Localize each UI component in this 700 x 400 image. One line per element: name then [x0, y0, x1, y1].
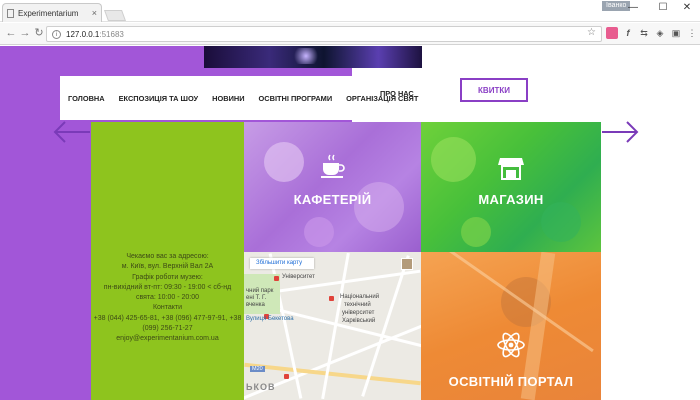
tab-close-icon[interactable]: × [92, 8, 97, 18]
shop-label: МАГАЗИН [478, 192, 544, 207]
decor-blob [264, 142, 304, 182]
url-port: :51683 [99, 29, 124, 39]
map-zoom-link[interactable]: Збільшити карту [250, 258, 314, 269]
decor-blob [431, 137, 476, 182]
map-city-label: ЬКОВ [246, 382, 276, 392]
nav-home[interactable]: ГОЛОВНА [68, 94, 105, 103]
decor-blob [354, 182, 404, 232]
map-label: ені Т. Г. [246, 295, 267, 301]
atom-icon [497, 332, 525, 358]
close-window-button[interactable]: ✕ [676, 1, 698, 15]
map-label: вченка [246, 302, 265, 308]
info-line: Графік роботи музею: [132, 273, 203, 281]
info-line: Чекаємо вас за адресою: [126, 253, 209, 260]
info-line: свята: 10:00 - 20:00 [135, 294, 200, 302]
map-pin-icon [284, 374, 289, 379]
decor-blob [461, 217, 491, 247]
map-label: Харківський [342, 318, 376, 324]
cafeteria-tile[interactable]: КАФЕТЕРІЙ [244, 122, 421, 252]
map-pin-icon [329, 296, 334, 301]
arrow-right-icon[interactable] [600, 120, 640, 144]
extension-icon-1[interactable] [606, 27, 618, 39]
education-portal-label: ОСВІТНІЙ ПОРТАЛ [448, 374, 574, 389]
map-label: чний парк [246, 288, 274, 294]
decor-blob [304, 217, 334, 247]
extension-icon-5[interactable]: ▣ [670, 27, 682, 39]
info-line: (099) 256-71-27 [142, 325, 193, 333]
minimize-button[interactable]: — [622, 1, 644, 15]
map-label: технічний [344, 302, 371, 308]
tickets-button[interactable]: КВИТКИ [460, 78, 528, 102]
main-navbar: ГОЛОВНА ЕКСПОЗИЦІЯ ТА ШОУ НОВИНИ ОСВІТНІ… [60, 76, 418, 120]
info-line: +38 (044) 425-65-81, +38 (096) 477-97-91… [93, 314, 242, 322]
tab-title: Experimentarium [18, 8, 79, 18]
nav-news[interactable]: НОВИНИ [212, 94, 244, 103]
browser-toolbar: ← → ↻ i 127.0.0.1:51683 ☆ f ⇆ ◈ ▣ ⋮ [0, 23, 700, 45]
extension-icon-4[interactable]: ◈ [654, 27, 666, 39]
map-pin-icon [274, 276, 279, 281]
info-line: Контакти [152, 304, 183, 312]
menu-icon[interactable]: ⋮ [686, 27, 698, 39]
nav-exposition[interactable]: ЕКСПОЗИЦІЯ ТА ШОУ [119, 94, 199, 103]
hero-image [204, 46, 422, 68]
info-line: м. Київ, вул. Верхній Вал 2А [121, 263, 214, 271]
url-host: 127.0.0.1 [66, 29, 100, 39]
extension-icon-3[interactable]: ⇆ [638, 27, 650, 39]
info-line: пн-вихідний вт-пт: 09:30 - 19:00 < сб-нд [103, 283, 232, 291]
web-page: ГОЛОВНА ЕКСПОЗИЦІЯ ТА ШОУ НОВИНИ ОСВІТНІ… [0, 46, 700, 400]
content-grid: Чекаємо вас за адресою: м. Київ, вул. Ве… [91, 122, 601, 400]
map-label: Університет [282, 274, 315, 280]
info-email[interactable]: enjoy@experimentanium.com.ua [83, 334, 252, 344]
back-icon[interactable]: ← [4, 26, 18, 40]
coffee-cup-icon [320, 154, 345, 178]
bookmark-star-icon[interactable]: ☆ [587, 27, 596, 38]
map-avatar-thumbnail [401, 258, 413, 270]
new-tab-button[interactable] [103, 10, 127, 21]
map-tile[interactable]: Збільшити карту Університет чний парк ен… [244, 252, 421, 400]
nav-about[interactable]: ПРО НАС [380, 89, 414, 98]
cafeteria-label: КАФЕТЕРІЙ [293, 192, 372, 207]
contact-info-text: Чекаємо вас за адресою: м. Київ, вул. Ве… [83, 252, 252, 345]
maximize-button[interactable]: ☐ [652, 1, 674, 15]
info-icon[interactable]: i [52, 29, 61, 39]
education-portal-tile[interactable]: ОСВІТНІЙ ПОРТАЛ [421, 252, 601, 400]
forward-icon[interactable]: → [18, 26, 32, 40]
decor-blob [541, 202, 581, 242]
reload-icon[interactable]: ↻ [32, 26, 46, 40]
map-label: Національний [340, 294, 380, 300]
contact-info-panel: Чекаємо вас за адресою: м. Київ, вул. Ве… [91, 122, 244, 400]
page-icon [7, 8, 14, 18]
browser-titlebar: Experimentarium × Іванко — ☐ ✕ [0, 0, 700, 22]
map-label: Вулиця Бекетова [246, 316, 294, 322]
nav-education[interactable]: ОСВІТНІ ПРОГРАМИ [259, 94, 333, 103]
map-route-badge: M20 [250, 366, 265, 372]
browser-tab[interactable]: Experimentarium × [2, 3, 102, 22]
shop-tile[interactable]: МАГАЗИН [421, 122, 601, 252]
shop-icon [498, 158, 524, 180]
arrow-left-icon[interactable] [52, 120, 92, 144]
map-label: університет [342, 310, 375, 316]
extension-icon-2[interactable]: f [622, 27, 634, 39]
address-bar[interactable]: i 127.0.0.1:51683 ☆ [46, 26, 602, 42]
